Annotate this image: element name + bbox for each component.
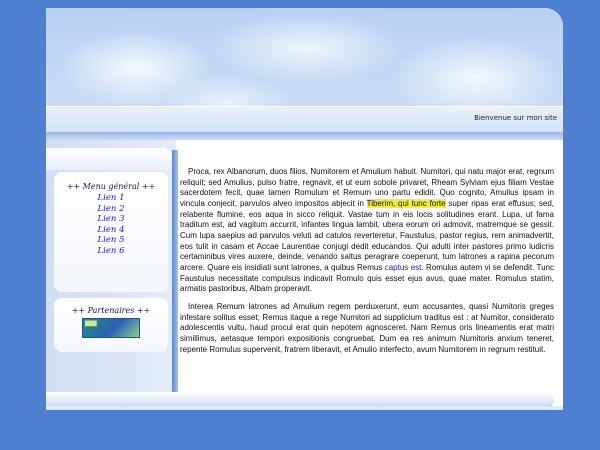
- partner-logo-mark: ▓▓▓: [85, 321, 97, 327]
- content-top-bar: [176, 140, 563, 150]
- highlighted-text: Tiberim, qui tunc forte: [366, 198, 446, 208]
- main-content: Proca, rex Albanorum, duos filios, Numit…: [180, 167, 554, 355]
- menu-list: Lien 1 Lien 2 Lien 3 Lien 4 Lien 5 Lien …: [54, 193, 168, 256]
- content-paragraph-2: Interea Remum latrones ad Amulium regem …: [180, 301, 554, 354]
- menu-item: Lien 4: [54, 225, 168, 236]
- footer-base: [46, 406, 563, 410]
- menu-link-5[interactable]: Lien 5: [98, 235, 125, 245]
- content-left-edge: [172, 150, 178, 392]
- partners-title: ++ Partenaires ++: [71, 306, 151, 315]
- header-banner: Bienvenue sur mon site: [46, 8, 563, 132]
- header-separator: [46, 132, 563, 140]
- menu-link-2[interactable]: Lien 2: [98, 204, 125, 214]
- menu-link-1[interactable]: Lien 1: [98, 193, 125, 203]
- menu-link-4[interactable]: Lien 4: [98, 225, 125, 235]
- menu-title: ++ Menu général ++: [66, 182, 156, 191]
- menu-item: Lien 2: [54, 204, 168, 215]
- menu-link-6[interactable]: Lien 6: [98, 246, 125, 256]
- sidebar-tab: [46, 148, 176, 170]
- menu-item: Lien 5: [54, 235, 168, 246]
- welcome-text: Bienvenue sur mon site: [474, 114, 557, 122]
- inline-link-captus-est[interactable]: captus est: [385, 263, 422, 272]
- partner-banner-logo[interactable]: ▓▓▓: [82, 318, 140, 338]
- menu-item: Lien 1: [54, 193, 168, 204]
- menu-item: Lien 3: [54, 214, 168, 225]
- content-paragraph-1: Proca, rex Albanorum, duos filios, Numit…: [180, 167, 554, 295]
- footer-bar: [46, 392, 554, 407]
- menu-item: Lien 6: [54, 246, 168, 257]
- paragraph-1-text-middle: super ripas erat effusus; sed, relabente…: [180, 198, 554, 272]
- main-menu: ++ Menu général ++ Lien 1 Lien 2 Lien 3 …: [54, 172, 168, 292]
- partners-box: ++ Partenaires ++ ▓▓▓: [54, 298, 168, 352]
- menu-link-3[interactable]: Lien 3: [98, 214, 125, 224]
